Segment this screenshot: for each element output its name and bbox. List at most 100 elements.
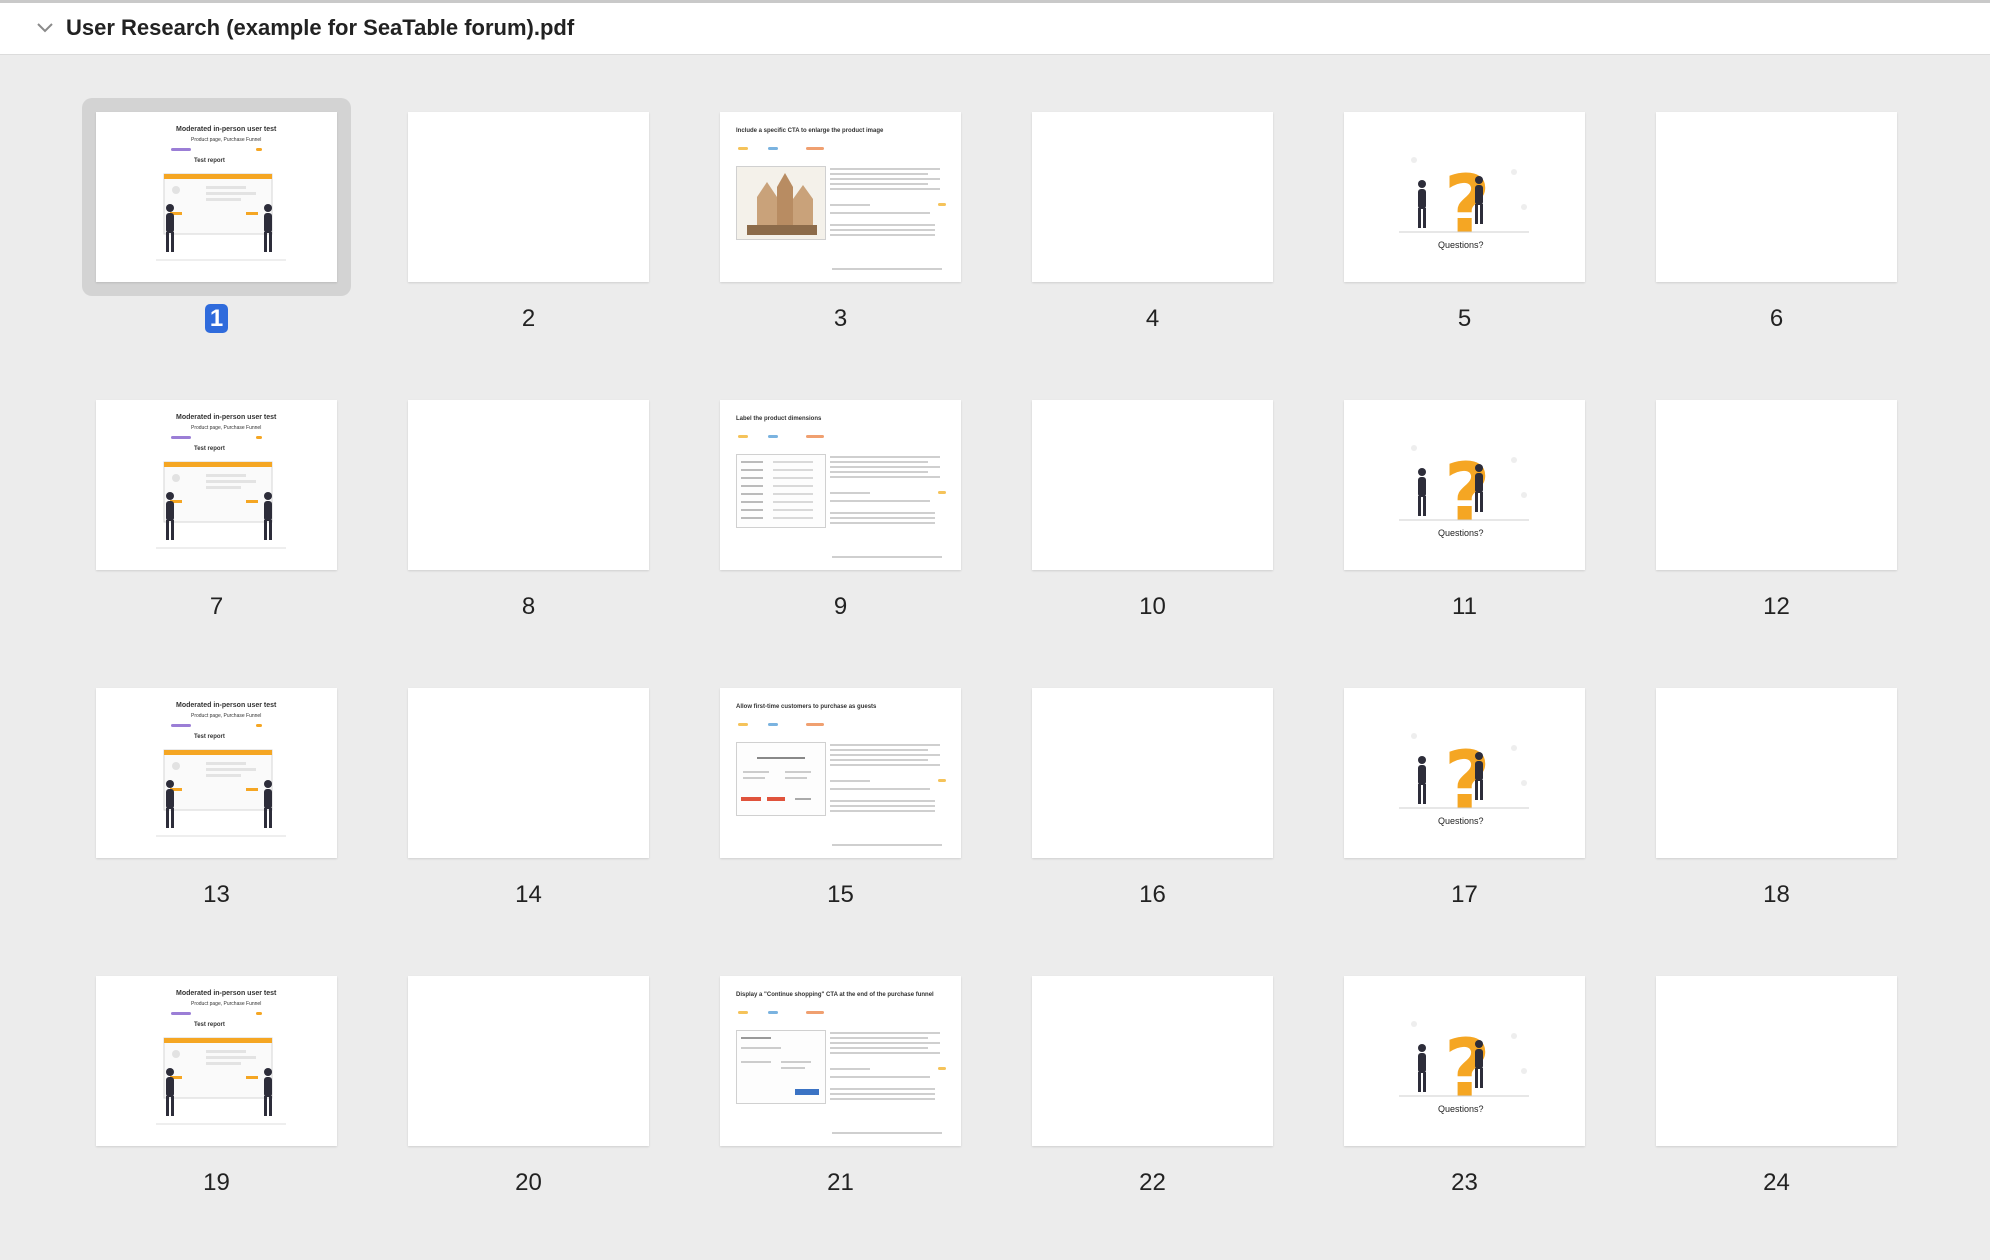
- document-title: User Research (example for SeaTable foru…: [66, 15, 575, 40]
- castle-image: [737, 167, 825, 239]
- page-thumbnail[interactable]: ? Questions?: [1344, 688, 1585, 858]
- page-thumbnail-cell[interactable]: 10: [1032, 400, 1273, 640]
- page-thumbnail[interactable]: [408, 976, 649, 1146]
- page-number-label: 5: [1457, 305, 1472, 332]
- chevron-down-icon[interactable]: [36, 22, 54, 34]
- page-thumbnail-cell[interactable]: Display a "Continue shopping" CTA at the…: [720, 976, 961, 1216]
- page-thumbnail[interactable]: [1032, 976, 1273, 1146]
- text-line: [830, 780, 870, 782]
- page-number-label: 22: [1139, 1169, 1166, 1196]
- page-thumbnail-cell[interactable]: 6: [1656, 112, 1897, 352]
- finding-visual: [736, 454, 826, 528]
- page-thumbnail-cell[interactable]: Allow first-time customers to purchase a…: [720, 688, 961, 928]
- page-thumbnail[interactable]: Label the product dimensions: [720, 400, 961, 570]
- question-illustration: ?: [1399, 733, 1529, 827]
- document-header: User Research (example for SeaTable foru…: [0, 3, 1990, 55]
- page-thumbnail-cell[interactable]: Moderated in-person user test Product pag…: [82, 98, 351, 352]
- page-thumbnail-cell[interactable]: 18: [1656, 688, 1897, 928]
- status-tag: [768, 435, 778, 438]
- page-thumbnail[interactable]: [1656, 400, 1897, 570]
- text-line: [830, 461, 928, 463]
- page-thumbnail[interactable]: Moderated in-person user test Product pag…: [96, 976, 337, 1146]
- page-thumbnail-cell[interactable]: ? Questions? 11: [1344, 400, 1585, 640]
- page-thumbnail[interactable]: Moderated in-person user test Product pag…: [96, 112, 337, 282]
- page-number-label: 3: [833, 305, 848, 332]
- page-number-label: 17: [1451, 881, 1478, 908]
- text-line: [830, 234, 935, 236]
- page-number-label: 15: [827, 881, 854, 908]
- page-thumbnail[interactable]: ? Questions?: [1344, 976, 1585, 1146]
- page-thumbnail-cell[interactable]: 2: [408, 112, 649, 352]
- page-number: 24: [1656, 1169, 1897, 1197]
- text-line: [830, 212, 930, 214]
- page-thumbnail-cell[interactable]: 12: [1656, 400, 1897, 640]
- page-thumbnail[interactable]: [408, 688, 649, 858]
- page-thumbnail[interactable]: [1032, 400, 1273, 570]
- page-thumbnail[interactable]: [1032, 688, 1273, 858]
- page-number: 3: [720, 305, 961, 333]
- text-line: [830, 805, 935, 807]
- text-line: [830, 1098, 935, 1100]
- dimensions-table: [741, 461, 813, 519]
- text-line: [830, 168, 940, 170]
- priority-tag: [738, 1011, 748, 1014]
- status-tag: [768, 147, 778, 150]
- page-thumbnail[interactable]: Display a "Continue shopping" CTA at the…: [720, 976, 961, 1146]
- page-number-label: 11: [1452, 593, 1477, 620]
- page-number: 15: [720, 881, 961, 909]
- page-thumbnail-cell[interactable]: Moderated in-person user test Product pag…: [96, 400, 337, 640]
- text-line: [832, 1132, 942, 1134]
- question-illustration: ?: [1399, 157, 1529, 251]
- page-number: 1: [96, 304, 337, 333]
- page-thumbnail-cell[interactable]: 16: [1032, 688, 1273, 928]
- page-thumbnail-cell[interactable]: 20: [408, 976, 649, 1216]
- page-thumbnail[interactable]: Include a specific CTA to enlarge the pr…: [720, 112, 961, 282]
- svg-text:?: ?: [1444, 734, 1490, 827]
- page-thumbnail-cell[interactable]: ? Questions? 17: [1344, 688, 1585, 928]
- page-number: 16: [1032, 881, 1273, 909]
- page-thumbnail-cell[interactable]: Include a specific CTA to enlarge the pr…: [720, 112, 961, 352]
- text-line: [830, 1076, 930, 1078]
- finding-title: Allow first-time customers to purchase a…: [736, 704, 877, 710]
- page-thumbnail[interactable]: [1656, 688, 1897, 858]
- finding-title: Display a "Continue shopping" CTA at the…: [736, 992, 934, 998]
- priority-tag: [738, 723, 748, 726]
- page-number-label: 20: [515, 1169, 542, 1196]
- page-thumbnail[interactable]: Moderated in-person user test Product pag…: [96, 688, 337, 858]
- page-thumbnail[interactable]: [408, 112, 649, 282]
- page-thumbnail-cell[interactable]: ? Questions? 5: [1344, 112, 1585, 352]
- whiteboard-illustration: [156, 173, 286, 261]
- page-thumbnail-cell[interactable]: Moderated in-person user test Product pag…: [96, 688, 337, 928]
- page-thumbnail[interactable]: Moderated in-person user test Product pag…: [96, 400, 337, 570]
- status-tag: [768, 723, 778, 726]
- page-number: 21: [720, 1169, 961, 1197]
- text-line: [832, 556, 942, 558]
- page-thumbnail-cell[interactable]: 4: [1032, 112, 1273, 352]
- page-number-label: 10: [1139, 593, 1166, 620]
- page-thumbnail-cell[interactable]: 14: [408, 688, 649, 928]
- text-line: [830, 754, 940, 756]
- page-number: 23: [1344, 1169, 1585, 1197]
- page-thumbnail[interactable]: ? Questions?: [1344, 112, 1585, 282]
- page-thumbnail[interactable]: Allow first-time customers to purchase a…: [720, 688, 961, 858]
- page-thumbnail-cell[interactable]: ? Questions? 23: [1344, 976, 1585, 1216]
- text-line: [832, 844, 942, 846]
- questions-caption: Questions?: [1438, 240, 1484, 250]
- page-thumbnail[interactable]: [1656, 976, 1897, 1146]
- page-thumbnail-cell[interactable]: Moderated in-person user test Product pag…: [96, 976, 337, 1216]
- text-line: [830, 500, 930, 502]
- text-line: [830, 178, 940, 180]
- page-thumbnail-cell[interactable]: 24: [1656, 976, 1897, 1216]
- page-thumbnail-cell[interactable]: Label the product dimensions 9: [720, 400, 961, 640]
- page-thumbnail[interactable]: ? Questions?: [1344, 400, 1585, 570]
- page-thumbnail[interactable]: [1032, 112, 1273, 282]
- page-thumbnail[interactable]: [1656, 112, 1897, 282]
- page-number-label: 13: [203, 881, 230, 908]
- page-thumbnail-cell[interactable]: 22: [1032, 976, 1273, 1216]
- page-thumbnail[interactable]: [408, 400, 649, 570]
- page-thumbnail-cell[interactable]: 8: [408, 400, 649, 640]
- page-number: 19: [96, 1169, 337, 1197]
- effort-tag: [806, 435, 824, 438]
- text-line: [830, 517, 935, 519]
- text-line: [830, 456, 940, 458]
